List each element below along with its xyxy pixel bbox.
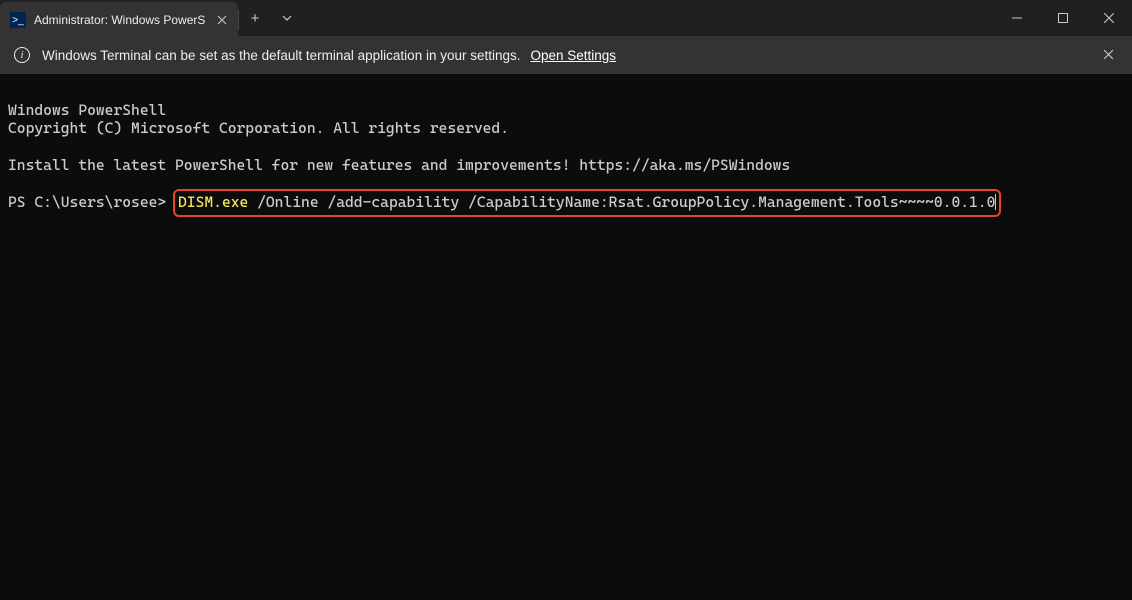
- terminal-prompt-line: PS C:\Users\rosee> DISM.exe /Online /add…: [8, 193, 1124, 212]
- terminal-line: Install the latest PowerShell for new fe…: [8, 156, 1124, 175]
- tab-title: Administrator: Windows PowerS: [34, 13, 210, 27]
- terminal-line: Copyright (C) Microsoft Corporation. All…: [8, 119, 1124, 138]
- window-controls: [994, 0, 1132, 36]
- close-info-icon[interactable]: [1099, 43, 1118, 67]
- highlighted-command: DISM.exe /Online /add-capability /Capabi…: [173, 189, 1001, 217]
- command-exe: DISM.exe: [178, 193, 248, 211]
- open-settings-link[interactable]: Open Settings: [531, 48, 617, 63]
- terminal-output[interactable]: Windows PowerShellCopyright (C) Microsof…: [0, 74, 1132, 238]
- info-icon: i: [14, 47, 30, 63]
- maximize-button[interactable]: [1040, 0, 1086, 36]
- tab-dropdown-button[interactable]: [271, 0, 303, 36]
- close-tab-icon[interactable]: [214, 12, 230, 28]
- title-bar: >_ Administrator: Windows PowerS +: [0, 0, 1132, 36]
- active-tab[interactable]: >_ Administrator: Windows PowerS: [0, 2, 238, 38]
- prompt-text: PS C:\Users\rosee>: [8, 193, 166, 211]
- command-args: /Online /add-capability /CapabilityName:…: [248, 193, 995, 211]
- minimize-button[interactable]: [994, 0, 1040, 36]
- info-bar: i Windows Terminal can be set as the def…: [0, 36, 1132, 74]
- powershell-icon: >_: [10, 12, 26, 28]
- close-window-button[interactable]: [1086, 0, 1132, 36]
- new-tab-button[interactable]: +: [239, 0, 271, 36]
- text-cursor: [995, 194, 996, 210]
- info-message: Windows Terminal can be set as the defau…: [42, 48, 521, 63]
- terminal-line: Windows PowerShell: [8, 101, 1124, 120]
